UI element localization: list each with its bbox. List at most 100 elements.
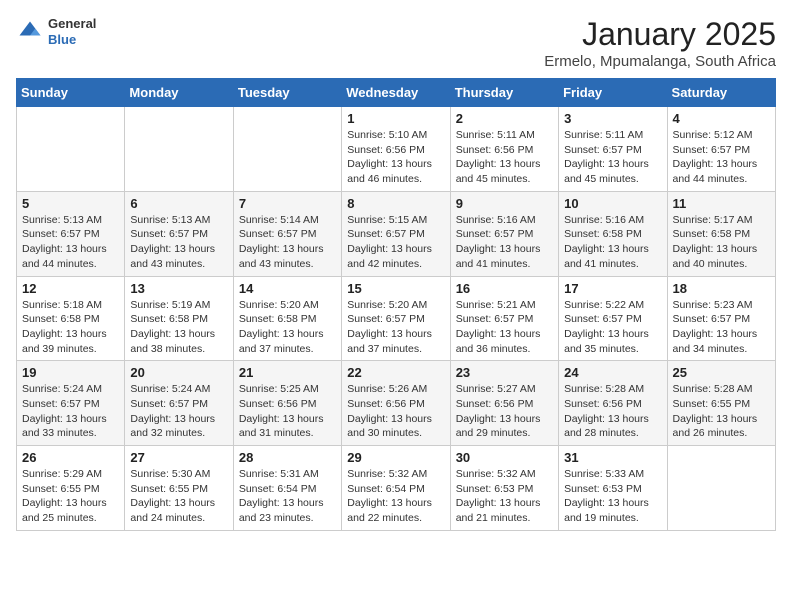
calendar-day-cell — [125, 107, 233, 192]
calendar-day-cell: 14Sunrise: 5:20 AM Sunset: 6:58 PM Dayli… — [233, 276, 341, 361]
calendar-day-cell: 21 Sunrise: 5:25 AM Sunset: 6:56 PM Dayli… — [233, 361, 341, 446]
calendar-table: SundayMondayTuesdayWednesdayThursdayFrid… — [16, 78, 776, 531]
calendar-day-cell: 25 Sunrise: 5:28 AM Sunset: 6:55 PM Dayli… — [667, 361, 775, 446]
calendar-day-cell: 19 Sunrise: 5:24 AM Sunset: 6:57 PM Dayli… — [17, 361, 125, 446]
calendar-day-cell: 12 Sunrise: 5:18 AM Sunset: 6:58 PM Dayli… — [17, 276, 125, 361]
logo-blue: Blue — [48, 32, 96, 48]
calendar-day-cell: 3Sunrise: 5:11 AM Sunset: 6:57 PM Daylig… — [559, 107, 667, 192]
day-info: Sunrise: 5:24 AM Sunset: 6:57 PM Dayligh… — [22, 382, 119, 441]
day-number: 20 — [130, 365, 227, 380]
calendar-day-cell: 28 Sunrise: 5:31 AM Sunset: 6:54 PM Dayli… — [233, 446, 341, 531]
day-info: Sunrise: 5:29 AM Sunset: 6:55 PM Dayligh… — [22, 467, 119, 526]
title-block: January 2025 Ermelo, Mpumalanga, South A… — [544, 16, 776, 70]
day-info: Sunrise: 5:30 AM Sunset: 6:55 PM Dayligh… — [130, 467, 227, 526]
day-info: Sunrise: 5:19 AM Sunset: 6:58 PM Dayligh… — [130, 298, 227, 357]
day-info: Sunrise: 5:13 AM Sunset: 6:57 PM Dayligh… — [130, 213, 227, 272]
day-info: Sunrise: 5:16 AM Sunset: 6:57 PM Dayligh… — [456, 213, 553, 272]
calendar-title: January 2025 — [544, 16, 776, 53]
calendar-day-cell: 11 Sunrise: 5:17 AM Sunset: 6:58 PM Dayli… — [667, 191, 775, 276]
day-number: 31 — [564, 450, 661, 465]
day-info: Sunrise: 5:17 AM Sunset: 6:58 PM Dayligh… — [673, 213, 770, 272]
day-number: 9 — [456, 196, 553, 211]
day-info: Sunrise: 5:28 AM Sunset: 6:56 PM Dayligh… — [564, 382, 661, 441]
page-header: General Blue January 2025 Ermelo, Mpumal… — [16, 16, 776, 70]
calendar-day-cell: 5 Sunrise: 5:13 AM Sunset: 6:57 PM Daylig… — [17, 191, 125, 276]
calendar-subtitle: Ermelo, Mpumalanga, South Africa — [544, 53, 776, 70]
day-info: Sunrise: 5:10 AM Sunset: 6:56 PM Dayligh… — [347, 128, 444, 187]
day-info: Sunrise: 5:20 AM Sunset: 6:57 PM Dayligh… — [347, 298, 444, 357]
day-info: Sunrise: 5:33 AM Sunset: 6:53 PM Dayligh… — [564, 467, 661, 526]
calendar-day-cell: 20Sunrise: 5:24 AM Sunset: 6:57 PM Dayli… — [125, 361, 233, 446]
day-number: 23 — [456, 365, 553, 380]
calendar-week-row: 1 Sunrise: 5:10 AM Sunset: 6:56 PM Daylig… — [17, 107, 776, 192]
day-number: 11 — [673, 196, 770, 211]
calendar-day-cell: 18Sunrise: 5:23 AM Sunset: 6:57 PM Dayli… — [667, 276, 775, 361]
day-info: Sunrise: 5:11 AM Sunset: 6:57 PM Dayligh… — [564, 128, 661, 187]
calendar-day-cell: 4 Sunrise: 5:12 AM Sunset: 6:57 PM Daylig… — [667, 107, 775, 192]
calendar-day-cell: 23 Sunrise: 5:27 AM Sunset: 6:56 PM Dayli… — [450, 361, 558, 446]
day-number: 4 — [673, 111, 770, 126]
day-info: Sunrise: 5:32 AM Sunset: 6:54 PM Dayligh… — [347, 467, 444, 526]
day-info: Sunrise: 5:13 AM Sunset: 6:57 PM Dayligh… — [22, 213, 119, 272]
calendar-day-cell: 6 Sunrise: 5:13 AM Sunset: 6:57 PM Daylig… — [125, 191, 233, 276]
day-number: 21 — [239, 365, 336, 380]
day-info: Sunrise: 5:16 AM Sunset: 6:58 PM Dayligh… — [564, 213, 661, 272]
day-info: Sunrise: 5:25 AM Sunset: 6:56 PM Dayligh… — [239, 382, 336, 441]
calendar-week-row: 12 Sunrise: 5:18 AM Sunset: 6:58 PM Dayli… — [17, 276, 776, 361]
calendar-week-row: 26 Sunrise: 5:29 AM Sunset: 6:55 PM Dayli… — [17, 446, 776, 531]
day-number: 1 — [347, 111, 444, 126]
day-number: 27 — [130, 450, 227, 465]
day-info: Sunrise: 5:27 AM Sunset: 6:56 PM Dayligh… — [456, 382, 553, 441]
calendar-day-cell: 31 Sunrise: 5:33 AM Sunset: 6:53 PM Dayli… — [559, 446, 667, 531]
calendar-day-cell: 9 Sunrise: 5:16 AM Sunset: 6:57 PM Daylig… — [450, 191, 558, 276]
day-number: 10 — [564, 196, 661, 211]
day-number: 28 — [239, 450, 336, 465]
day-number: 2 — [456, 111, 553, 126]
day-number: 12 — [22, 281, 119, 296]
calendar-day-header: Monday — [125, 79, 233, 107]
day-info: Sunrise: 5:21 AM Sunset: 6:57 PM Dayligh… — [456, 298, 553, 357]
calendar-day-cell: 13Sunrise: 5:19 AM Sunset: 6:58 PM Dayli… — [125, 276, 233, 361]
day-number: 19 — [22, 365, 119, 380]
day-number: 29 — [347, 450, 444, 465]
day-info: Sunrise: 5:22 AM Sunset: 6:57 PM Dayligh… — [564, 298, 661, 357]
day-number: 26 — [22, 450, 119, 465]
day-info: Sunrise: 5:12 AM Sunset: 6:57 PM Dayligh… — [673, 128, 770, 187]
day-info: Sunrise: 5:11 AM Sunset: 6:56 PM Dayligh… — [456, 128, 553, 187]
day-info: Sunrise: 5:20 AM Sunset: 6:58 PM Dayligh… — [239, 298, 336, 357]
day-number: 22 — [347, 365, 444, 380]
calendar-day-header: Wednesday — [342, 79, 450, 107]
logo: General Blue — [16, 16, 96, 47]
calendar-day-header: Saturday — [667, 79, 775, 107]
day-number: 6 — [130, 196, 227, 211]
day-info: Sunrise: 5:32 AM Sunset: 6:53 PM Dayligh… — [456, 467, 553, 526]
calendar-day-cell: 22Sunrise: 5:26 AM Sunset: 6:56 PM Dayli… — [342, 361, 450, 446]
day-info: Sunrise: 5:28 AM Sunset: 6:55 PM Dayligh… — [673, 382, 770, 441]
calendar-day-header: Tuesday — [233, 79, 341, 107]
calendar-day-cell: 2 Sunrise: 5:11 AM Sunset: 6:56 PM Daylig… — [450, 107, 558, 192]
calendar-day-cell — [17, 107, 125, 192]
calendar-day-cell: 30 Sunrise: 5:32 AM Sunset: 6:53 PM Dayli… — [450, 446, 558, 531]
day-number: 5 — [22, 196, 119, 211]
day-info: Sunrise: 5:18 AM Sunset: 6:58 PM Dayligh… — [22, 298, 119, 357]
day-number: 17 — [564, 281, 661, 296]
day-info: Sunrise: 5:15 AM Sunset: 6:57 PM Dayligh… — [347, 213, 444, 272]
day-info: Sunrise: 5:23 AM Sunset: 6:57 PM Dayligh… — [673, 298, 770, 357]
day-info: Sunrise: 5:14 AM Sunset: 6:57 PM Dayligh… — [239, 213, 336, 272]
day-number: 25 — [673, 365, 770, 380]
calendar-day-cell: 26 Sunrise: 5:29 AM Sunset: 6:55 PM Dayli… — [17, 446, 125, 531]
day-info: Sunrise: 5:31 AM Sunset: 6:54 PM Dayligh… — [239, 467, 336, 526]
calendar-day-cell: 1 Sunrise: 5:10 AM Sunset: 6:56 PM Daylig… — [342, 107, 450, 192]
calendar-week-row: 19 Sunrise: 5:24 AM Sunset: 6:57 PM Dayli… — [17, 361, 776, 446]
day-number: 30 — [456, 450, 553, 465]
calendar-day-cell: 17 Sunrise: 5:22 AM Sunset: 6:57 PM Dayli… — [559, 276, 667, 361]
calendar-day-header: Thursday — [450, 79, 558, 107]
calendar-day-header: Friday — [559, 79, 667, 107]
calendar-day-cell: 10 Sunrise: 5:16 AM Sunset: 6:58 PM Dayli… — [559, 191, 667, 276]
calendar-day-cell: 27 Sunrise: 5:30 AM Sunset: 6:55 PM Dayli… — [125, 446, 233, 531]
calendar-day-cell: 29 Sunrise: 5:32 AM Sunset: 6:54 PM Dayli… — [342, 446, 450, 531]
day-number: 16 — [456, 281, 553, 296]
calendar-body: 1 Sunrise: 5:10 AM Sunset: 6:56 PM Daylig… — [17, 107, 776, 531]
calendar-day-cell: 24Sunrise: 5:28 AM Sunset: 6:56 PM Dayli… — [559, 361, 667, 446]
calendar-header-row: SundayMondayTuesdayWednesdayThursdayFrid… — [17, 79, 776, 107]
